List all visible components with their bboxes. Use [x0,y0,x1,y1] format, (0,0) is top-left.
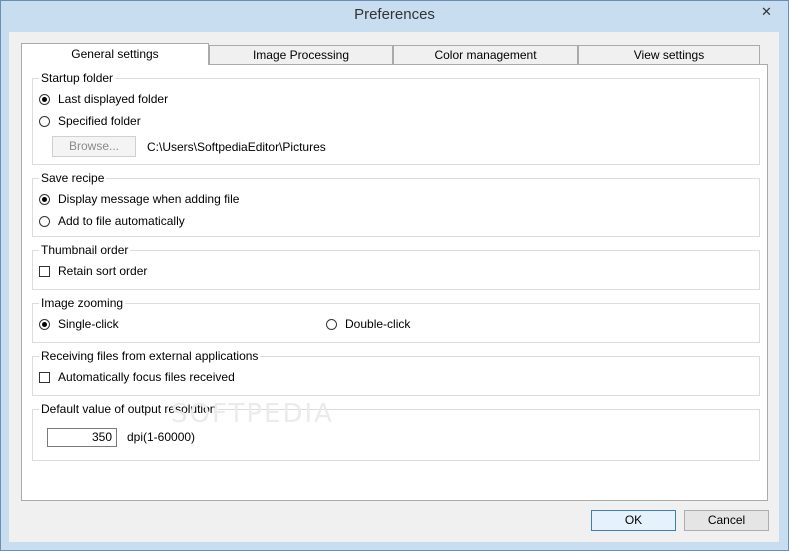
output-resolution-input[interactable]: 350 [47,428,117,447]
receiving-files-title: Receiving files from external applicatio… [39,348,261,364]
display-message-radio[interactable] [39,194,50,205]
tab-image-processing[interactable]: Image Processing [209,45,393,64]
close-icon[interactable]: ✕ [749,2,784,22]
thumbnail-order-group: Thumbnail order Retain sort order [32,242,760,290]
ok-button[interactable]: OK [591,510,676,531]
last-displayed-folder-label: Last displayed folder [58,92,169,106]
specified-folder-radio[interactable] [39,116,50,127]
specified-folder-label: Specified folder [58,114,141,128]
retain-sort-order-label: Retain sort order [58,264,148,278]
add-automatically-label: Add to file automatically [58,214,185,228]
startup-folder-title: Startup folder [39,70,116,86]
general-settings-panel: Startup folder Last displayed folder Spe… [21,64,768,501]
single-click-radio[interactable] [39,319,50,330]
receiving-files-group: Receiving files from external applicatio… [32,348,760,396]
startup-folder-group: Startup folder Last displayed folder Spe… [32,70,760,165]
image-zooming-group: Image zooming Single-click Double-click [32,295,760,343]
thumbnail-order-title: Thumbnail order [39,242,131,258]
dialog-client-area: General settings Image Processing Color … [9,32,779,542]
last-displayed-folder-radio[interactable] [39,94,50,105]
output-resolution-group: Default value of output resolution 350 d… [32,401,760,461]
double-click-radio[interactable] [326,319,337,330]
tab-general-settings[interactable]: General settings [21,43,209,65]
display-message-label: Display message when adding file [58,192,240,206]
add-automatically-radio[interactable] [39,216,50,227]
output-resolution-unit: dpi(1-60000) [127,430,196,444]
startup-folder-path: C:\Users\SoftpediaEditor\Pictures [147,140,326,154]
double-click-label: Double-click [345,317,411,331]
image-zooming-title: Image zooming [39,295,126,311]
save-recipe-group: Save recipe Display message when adding … [32,170,760,237]
softpedia-watermark: SOFTPEDIA [171,399,334,429]
preferences-dialog: Preferences ✕ General settings Image Pro… [0,0,789,551]
single-click-label: Single-click [58,317,119,331]
retain-sort-order-checkbox[interactable] [39,266,50,277]
save-recipe-title: Save recipe [39,170,107,186]
auto-focus-label: Automatically focus files received [58,370,235,384]
tab-view-settings[interactable]: View settings [578,45,760,64]
browse-button[interactable]: Browse... [52,136,136,157]
tab-color-management[interactable]: Color management [393,45,578,64]
cancel-button[interactable]: Cancel [684,510,769,531]
tab-strip: General settings Image Processing Color … [21,43,769,65]
auto-focus-checkbox[interactable] [39,372,50,383]
title-bar: Preferences ✕ [1,1,788,32]
window-title: Preferences [354,6,435,23]
